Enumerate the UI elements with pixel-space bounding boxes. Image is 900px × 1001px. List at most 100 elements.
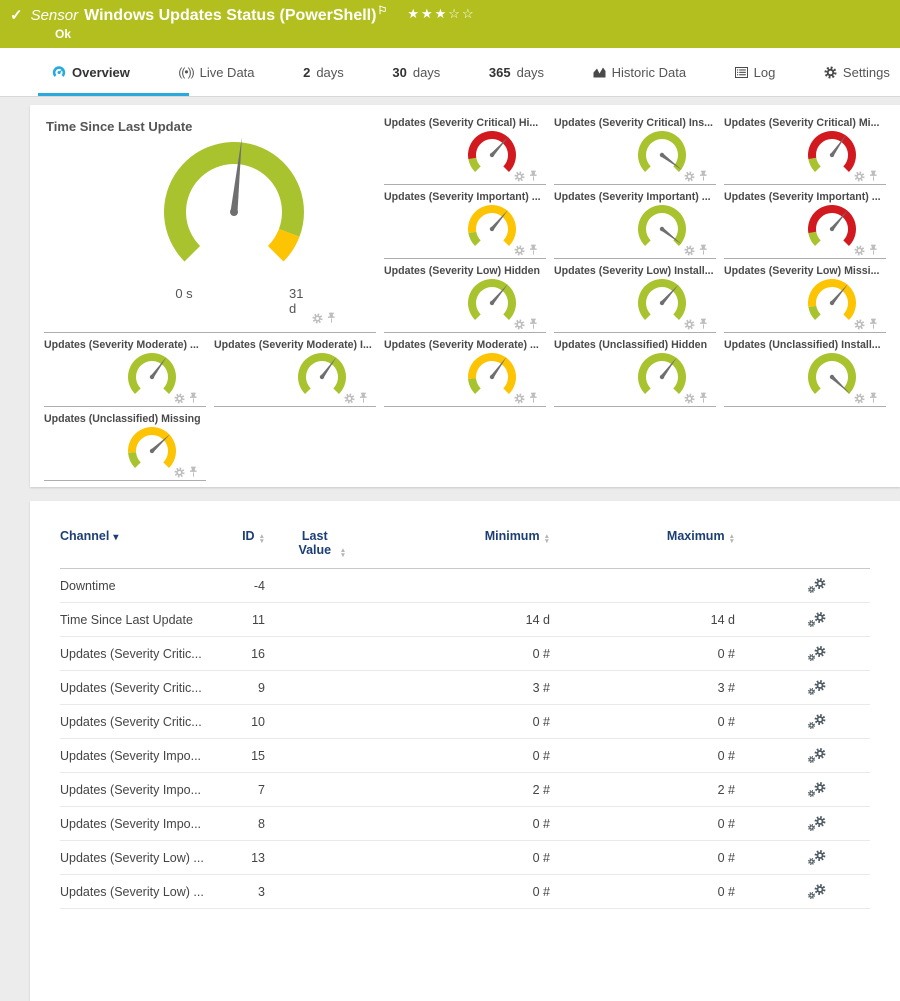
gear-icon[interactable] — [684, 171, 695, 182]
pin-icon[interactable] — [699, 244, 708, 256]
gear-icon[interactable] — [514, 393, 525, 404]
column-header-id[interactable]: ID▲▼ — [230, 529, 265, 544]
channel-settings-gears-icon[interactable] — [807, 849, 827, 866]
settings-cell — [735, 679, 845, 696]
pin-icon[interactable] — [189, 392, 198, 404]
pin-icon[interactable] — [529, 392, 538, 404]
pin-icon[interactable] — [359, 392, 368, 404]
pin-icon[interactable] — [869, 244, 878, 256]
pin-icon[interactable] — [869, 318, 878, 330]
pin-icon[interactable] — [529, 170, 538, 182]
table-row: Downtime -4 — [60, 569, 870, 603]
gear-icon[interactable] — [854, 171, 865, 182]
sort-icon: ▲▼ — [729, 534, 735, 544]
channel-settings-gears-icon[interactable] — [807, 577, 827, 594]
settings-cell — [735, 883, 845, 900]
pin-icon[interactable] — [327, 312, 336, 324]
star-filled-icon[interactable]: ★ — [407, 6, 421, 21]
channel-cell: Updates (Severity Critic... — [60, 647, 230, 661]
channel-settings-gears-icon[interactable] — [807, 747, 827, 764]
channel-settings-gears-icon[interactable] — [807, 713, 827, 730]
star-empty-icon[interactable]: ☆ — [448, 6, 462, 21]
pin-icon[interactable] — [189, 466, 198, 478]
channel-gauge-title: Updates (Unclassified) Install... — [724, 339, 886, 351]
channel-gauge — [462, 351, 522, 403]
sensor-title: Windows Updates Status (PowerShell)⚐ — [84, 6, 387, 26]
panel-icons — [514, 170, 538, 182]
column-header-channel[interactable]: Channel▾ — [60, 529, 230, 543]
tab-live-data[interactable]: ((•)) Live Data — [174, 48, 258, 96]
gear-icon[interactable] — [854, 393, 865, 404]
panel-icons — [854, 318, 878, 330]
channel-gauge — [802, 277, 862, 329]
flag-icon[interactable]: ⚐ — [377, 5, 387, 17]
channel-settings-gears-icon[interactable] — [807, 781, 827, 798]
column-header-last-value[interactable]: Last Value▲▼ — [265, 529, 375, 558]
column-header-minimum[interactable]: Minimum▲▼ — [375, 529, 550, 544]
channel-settings-gears-icon[interactable] — [807, 645, 827, 662]
pin-icon[interactable] — [699, 318, 708, 330]
gear-icon[interactable] — [344, 393, 355, 404]
channel-gauge-title: Updates (Severity Low) Install... — [554, 265, 716, 277]
tab-label: days — [413, 65, 440, 80]
tab-365-days[interactable]: 365 days — [485, 48, 548, 96]
gear-icon[interactable] — [854, 319, 865, 330]
star-empty-icon[interactable]: ☆ — [462, 6, 476, 21]
tab-historic-data[interactable]: Historic Data — [589, 48, 690, 96]
pin-icon[interactable] — [869, 392, 878, 404]
maximum-cell: 0 # — [550, 715, 735, 729]
star-rating[interactable]: ★★★☆☆ — [407, 4, 475, 24]
gear-icon[interactable] — [684, 393, 695, 404]
gear-icon[interactable] — [312, 313, 323, 324]
table-row: Updates (Severity Critic... 16 0 # 0 # — [60, 637, 870, 671]
channel-settings-gears-icon[interactable] — [807, 815, 827, 832]
minimum-cell: 0 # — [375, 851, 550, 865]
settings-cell — [735, 611, 845, 628]
tab-settings[interactable]: Settings — [820, 48, 894, 96]
gear-icon[interactable] — [514, 245, 525, 256]
pin-icon[interactable] — [529, 244, 538, 256]
gear-icon[interactable] — [174, 393, 185, 404]
column-header-maximum[interactable]: Maximum▲▼ — [550, 529, 735, 544]
tab-log[interactable]: Log — [731, 48, 780, 96]
channel-gauge-panel: Updates (Severity Critical) Mi... — [724, 117, 886, 185]
gear-icon[interactable] — [514, 319, 525, 330]
table-row: Updates (Severity Impo... 7 2 # 2 # — [60, 773, 870, 807]
channel-settings-gears-icon[interactable] — [807, 611, 827, 628]
panel-icons — [514, 392, 538, 404]
tab-2-days[interactable]: 2 days — [299, 48, 348, 96]
tab-icon — [52, 65, 66, 79]
star-filled-icon[interactable]: ★ — [435, 6, 449, 21]
pin-icon[interactable] — [869, 170, 878, 182]
tab-icon — [735, 67, 748, 78]
channel-gauge-panel: Updates (Severity Critical) Hi... — [384, 117, 546, 185]
channel-settings-gears-icon[interactable] — [807, 679, 827, 696]
channel-cell: Updates (Severity Impo... — [60, 817, 230, 831]
channel-gauge — [802, 351, 862, 403]
pin-icon[interactable] — [699, 392, 708, 404]
tab-30-days[interactable]: 30 days — [388, 48, 444, 96]
channel-gauge-title: Updates (Severity Low) Missi... — [724, 265, 886, 277]
star-filled-icon[interactable]: ★ — [421, 6, 435, 21]
sensor-status: Ok — [55, 27, 890, 41]
tab-overview[interactable]: Overview — [48, 48, 134, 96]
gear-icon[interactable] — [514, 171, 525, 182]
channel-gauge-panel: Updates (Unclassified) Missing — [44, 413, 206, 481]
panel-icons — [174, 392, 198, 404]
gear-icon[interactable] — [684, 245, 695, 256]
channel-gauge-panel: Updates (Severity Important) ... — [384, 191, 546, 259]
channel-gauge-panel: Updates (Severity Low) Missi... — [724, 265, 886, 333]
id-cell: 13 — [230, 851, 265, 865]
pin-icon[interactable] — [699, 170, 708, 182]
gear-icon[interactable] — [854, 245, 865, 256]
channel-settings-gears-icon[interactable] — [807, 883, 827, 900]
gear-icon[interactable] — [684, 319, 695, 330]
id-cell: 9 — [230, 681, 265, 695]
channel-cell: Updates (Severity Low) ... — [60, 885, 230, 899]
tab-label: Settings — [843, 65, 890, 80]
gear-icon[interactable] — [174, 467, 185, 478]
channel-cell: Updates (Severity Critic... — [60, 681, 230, 695]
minimum-cell: 3 # — [375, 681, 550, 695]
maximum-cell: 2 # — [550, 783, 735, 797]
pin-icon[interactable] — [529, 318, 538, 330]
